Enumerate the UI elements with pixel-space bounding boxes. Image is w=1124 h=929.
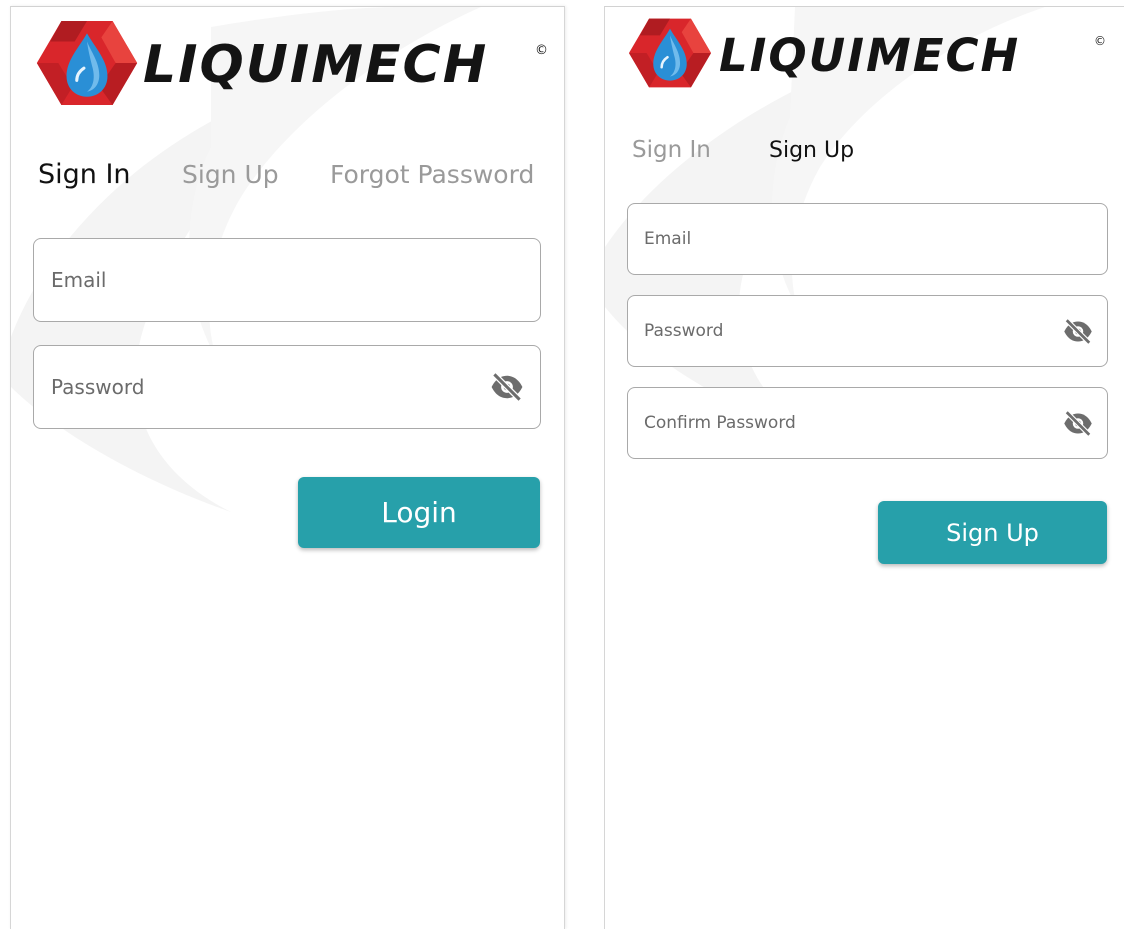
brand-wordmark: LIQUIMECH — [143, 35, 489, 95]
sign-up-screen: LIQUIMECH © Sign In Sign Up Sign Up — [604, 6, 1124, 929]
email-field — [33, 238, 541, 322]
tab-sign-in[interactable]: Sign In — [38, 159, 131, 190]
tab-sign-up[interactable]: Sign Up — [182, 160, 279, 189]
password-field — [627, 295, 1108, 367]
eye-off-icon[interactable] — [1063, 319, 1093, 344]
password-input[interactable] — [34, 346, 540, 428]
hexagon-drop-logo-icon — [628, 18, 712, 88]
liquimech-logo: LIQUIMECH © — [627, 17, 1112, 88]
brand-wordmark: LIQUIMECH — [719, 29, 1021, 82]
copyright-mark: © — [535, 43, 548, 58]
email-input[interactable] — [34, 239, 540, 321]
sign-in-screen: LIQUIMECH © Sign In Sign Up Forgot Passw… — [10, 6, 565, 929]
eye-off-icon[interactable] — [490, 373, 524, 401]
password-field — [33, 345, 541, 429]
tab-sign-up[interactable]: Sign Up — [769, 138, 854, 163]
hexagon-drop-logo-icon — [36, 21, 138, 105]
confirm-password-input[interactable] — [628, 388, 1107, 458]
tab-forgot-password[interactable]: Forgot Password — [330, 160, 534, 189]
email-input[interactable] — [628, 204, 1107, 274]
eye-off-icon[interactable] — [1063, 411, 1093, 436]
liquimech-logo: LIQUIMECH © — [35, 19, 548, 109]
login-button[interactable]: Login — [298, 477, 540, 548]
email-field — [627, 203, 1108, 275]
copyright-mark: © — [1094, 34, 1106, 48]
background-watermark — [11, 7, 481, 512]
confirm-password-field — [627, 387, 1108, 459]
sign-up-button[interactable]: Sign Up — [878, 501, 1107, 564]
tab-sign-in[interactable]: Sign In — [632, 137, 711, 163]
password-input[interactable] — [628, 296, 1107, 366]
